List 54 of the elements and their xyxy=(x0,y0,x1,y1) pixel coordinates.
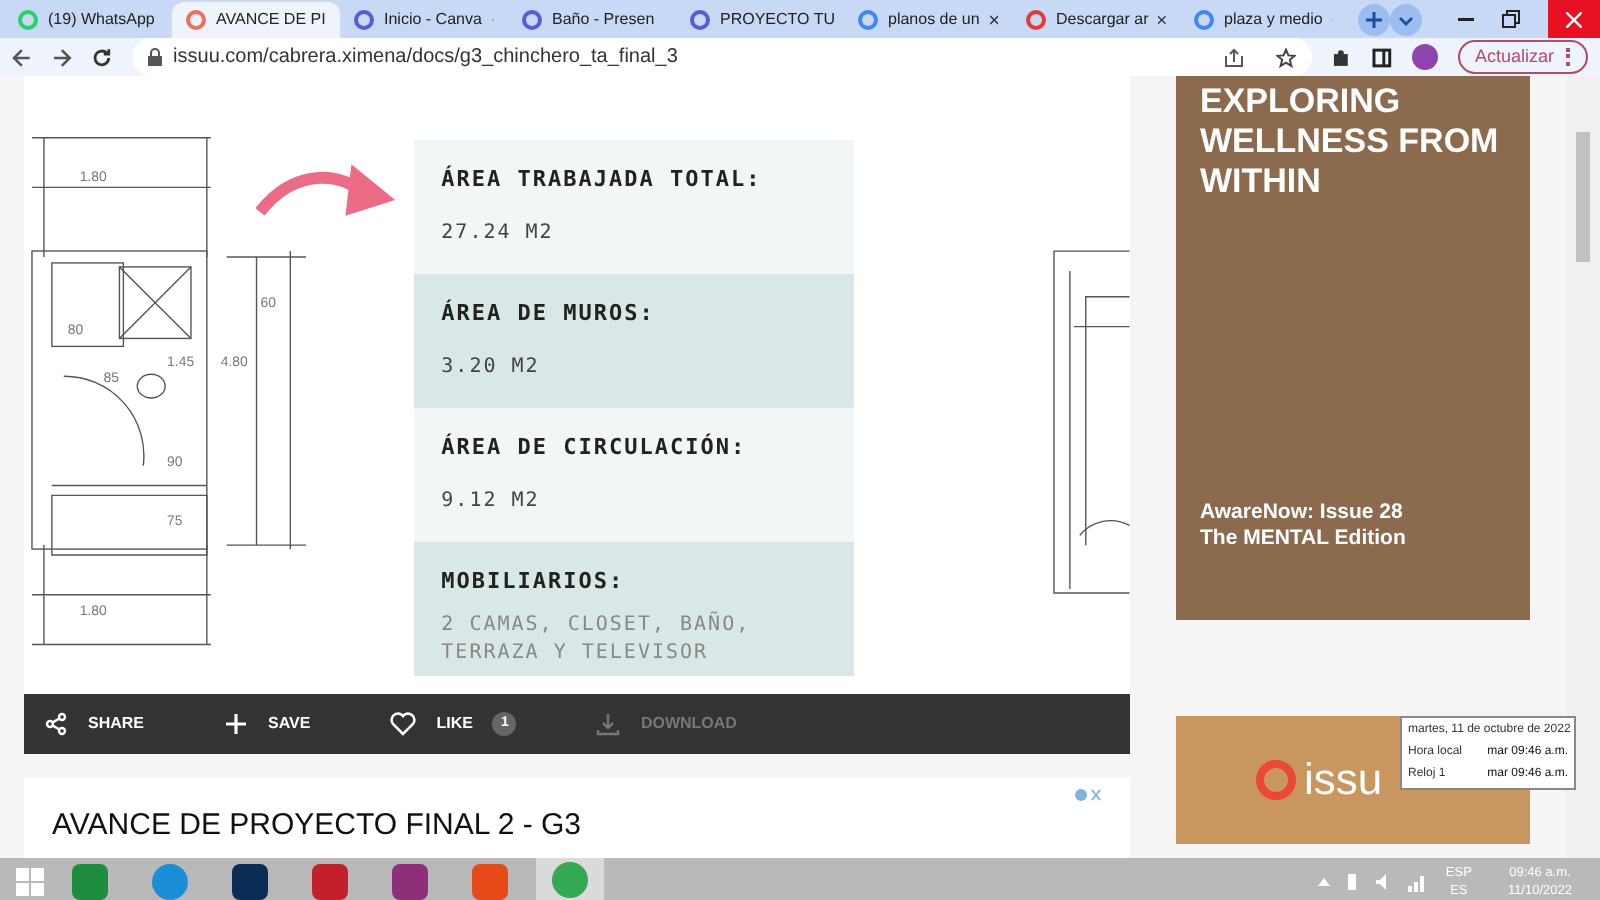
browser-tab[interactable]: AVANCE DE PI xyxy=(172,2,340,38)
magazine-cover[interactable]: EXPLORING WELLNESS FROM WITHIN AwareNow: Issue 28 The MENTAL Edition xyxy=(1176,76,1530,620)
cover-caption: AwareNow: Issue 28 xyxy=(1200,500,1405,526)
tab-title: Inicio - Canva xyxy=(384,8,482,32)
tab-title: planos de un xyxy=(888,8,980,32)
tab-title: PROYECTO TU xyxy=(720,8,835,32)
new-tab-button[interactable] xyxy=(1358,4,1390,36)
info-value: 2 CAMAS, CLOSET, BAÑO, TERRAZA Y TELEVISOR xyxy=(441,611,753,667)
info-heading: ÁREA DE MUROS: xyxy=(441,298,657,330)
info-value: 3.20 M2 xyxy=(441,353,542,381)
tab-title: AVANCE DE PI xyxy=(216,8,326,32)
tab-title: (19) WhatsApp xyxy=(48,8,155,32)
address-field[interactable]: issuu.com/cabrera.ximena/docs/g3_chinchero_ta_final_3 xyxy=(131,38,1313,76)
browser-tab[interactable]: plaza y medio xyxy=(1180,2,1348,38)
lock-icon xyxy=(147,48,162,66)
update-button[interactable]: Actualizar xyxy=(1457,40,1589,74)
ad-logo-text: issu xyxy=(1304,754,1383,806)
back-arrow-icon[interactable] xyxy=(12,47,32,67)
share-button[interactable]: SHARE xyxy=(44,712,145,736)
plus-icon xyxy=(1366,12,1382,28)
reload-icon[interactable] xyxy=(91,47,112,67)
tab-search-button[interactable] xyxy=(1390,4,1422,36)
profile-avatar[interactable] xyxy=(1411,44,1438,70)
browser-tab[interactable]: Baño - Presen xyxy=(508,2,676,38)
tab-title: Baño - Presen xyxy=(552,8,655,32)
info-value: 9.12 M2 xyxy=(441,487,542,515)
info-heading: MOBILIARIOS: xyxy=(441,566,627,598)
url-text: issuu.com/cabrera.ximena/docs/g3_chinchero_ta_final_3 xyxy=(173,44,678,72)
download-icon xyxy=(596,712,621,736)
close-window-button[interactable] xyxy=(1548,0,1600,38)
star-icon[interactable] xyxy=(1276,47,1297,67)
forward-arrow-icon[interactable] xyxy=(51,47,72,67)
browser-tab[interactable]: planos de un xyxy=(844,2,1012,38)
scrollbar[interactable] xyxy=(1566,76,1600,858)
share-icon[interactable] xyxy=(1224,47,1245,67)
sidebar-icon[interactable] xyxy=(1371,47,1392,67)
restore-icon[interactable] xyxy=(1502,10,1520,28)
cover-title: EXPLORING WELLNESS FROM WITHIN xyxy=(1200,82,1500,202)
info-heading: ÁREA DE CIRCULACIÓN: xyxy=(441,432,749,464)
ad-title: AVANCE DE PROYECTO FINAL 2 - G3 xyxy=(52,806,584,846)
share-icon xyxy=(44,712,68,736)
browser-tab[interactable]: Descargar ar xyxy=(1012,2,1180,38)
chevron-down-icon xyxy=(1398,15,1414,25)
more-icon xyxy=(1566,48,1571,66)
plus-icon xyxy=(224,712,249,736)
tab-title: plaza y medio xyxy=(1224,8,1323,32)
browser-tab[interactable]: PROYECTO TU xyxy=(676,2,844,38)
cover-caption: The MENTAL Edition xyxy=(1200,526,1406,552)
minimize-icon[interactable] xyxy=(1458,18,1474,22)
info-heading: ÁREA TRABAJADA TOTAL: xyxy=(441,164,764,196)
save-button[interactable]: SAVE xyxy=(224,712,311,736)
browser-tab[interactable]: Inicio - Canva xyxy=(340,2,508,38)
info-value: 27.24 M2 xyxy=(441,219,556,247)
tab-title: Descargar ar xyxy=(1056,8,1149,32)
